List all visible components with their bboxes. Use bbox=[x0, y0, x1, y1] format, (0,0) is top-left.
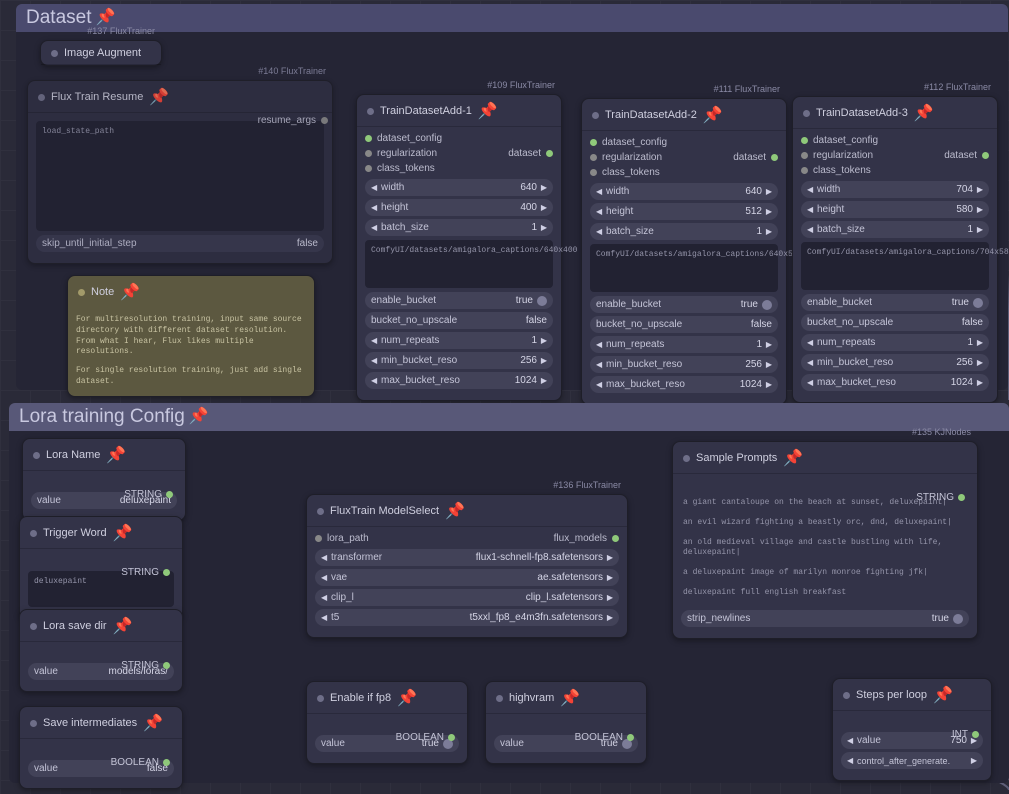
text-field[interactable]: load_state_path bbox=[36, 121, 324, 231]
node-highvram[interactable]: highvram📌 BOOLEAN valuetrue bbox=[485, 681, 647, 764]
node-badge: #136 FluxTrainer bbox=[553, 480, 621, 490]
pin-icon: 📌 bbox=[149, 87, 169, 107]
node-flux-resume[interactable]: #140 FluxTrainer Flux Train Resume📌 resu… bbox=[27, 80, 333, 264]
node-title: Save intermediates bbox=[43, 717, 137, 729]
pin-icon: 📌 bbox=[189, 403, 209, 431]
group-title: Lora training Config bbox=[19, 403, 185, 431]
param-nr[interactable]: ◀num_repeats1▶ bbox=[590, 336, 778, 353]
param-nr[interactable]: ◀num_repeats1▶ bbox=[365, 332, 553, 349]
param-max[interactable]: ◀max_bucket_reso1024▶ bbox=[365, 372, 553, 389]
node-title: Sample Prompts bbox=[696, 452, 777, 464]
node-title: TrainDatasetAdd-2 bbox=[605, 109, 697, 121]
node-badge: #135 KJNodes bbox=[912, 427, 971, 437]
param-bnu[interactable]: bucket_no_upscalefalse bbox=[801, 314, 989, 331]
node-lora-name[interactable]: Lora Name📌 STRING valuedeluxepaint bbox=[22, 438, 186, 521]
node-title: FluxTrain ModelSelect bbox=[330, 505, 439, 517]
param-nr[interactable]: ◀num_repeats1▶ bbox=[801, 334, 989, 351]
node-title: Steps per loop bbox=[856, 689, 927, 701]
pin-icon: 📌 bbox=[560, 688, 580, 708]
node-title: Note bbox=[91, 286, 114, 298]
param-width[interactable]: ◀width640▶ bbox=[365, 179, 553, 196]
param-t5[interactable]: ◀t5t5xxl_fp8_e4m3fn.safetensors▶ bbox=[315, 609, 619, 626]
node-title: Image Augment bbox=[64, 47, 141, 59]
node-badge: #137 FluxTrainer bbox=[87, 26, 155, 36]
param-height[interactable]: ◀height512▶ bbox=[590, 203, 778, 220]
pin-icon: 📌 bbox=[106, 445, 126, 465]
node-train-dataset-2[interactable]: #111 FluxTrainer TrainDatasetAdd-2📌 data… bbox=[581, 98, 787, 405]
toggle-icon bbox=[537, 296, 547, 306]
group-header[interactable]: Lora training Config 📌 bbox=[9, 403, 1009, 431]
pin-icon: 📌 bbox=[914, 103, 934, 123]
pin-icon: 📌 bbox=[478, 101, 498, 121]
node-title: Enable if fp8 bbox=[330, 692, 391, 704]
param-batch[interactable]: ◀batch_size1▶ bbox=[590, 223, 778, 240]
node-badge: #109 FluxTrainer bbox=[487, 80, 555, 90]
node-badge: #111 FluxTrainer bbox=[714, 84, 780, 94]
dataset-path[interactable]: ComfyUI/datasets/amigalora_captions/704x… bbox=[801, 242, 989, 290]
pin-icon: 📌 bbox=[120, 282, 140, 302]
node-steps-per-loop[interactable]: Steps per loop📌 INT ◀value750▶ ◀control_… bbox=[832, 678, 992, 781]
node-train-dataset-1[interactable]: #109 FluxTrainer TrainDatasetAdd-1📌 data… bbox=[356, 94, 562, 401]
node-lora-save-dir[interactable]: Lora save dir📌 STRING valuemodels/loras/ bbox=[19, 609, 183, 692]
param-enable-bucket[interactable]: enable_buckettrue bbox=[365, 292, 553, 309]
group-header[interactable]: Dataset 📌 bbox=[16, 4, 1008, 32]
node-title: Lora Name bbox=[46, 449, 100, 461]
param-height[interactable]: ◀height580▶ bbox=[801, 201, 989, 218]
dataset-path[interactable]: ComfyUI/datasets/amigalora_captions/640x… bbox=[365, 240, 553, 288]
param-max[interactable]: ◀max_bucket_reso1024▶ bbox=[801, 374, 989, 391]
pin-icon: 📌 bbox=[445, 501, 465, 521]
pin-icon: 📌 bbox=[143, 713, 163, 733]
node-title: TrainDatasetAdd-3 bbox=[816, 107, 908, 119]
node-save-intermediates[interactable]: Save intermediates📌 BOOLEAN valuefalse bbox=[19, 706, 183, 789]
pin-icon: 📌 bbox=[113, 616, 133, 636]
node-title: Lora save dir bbox=[43, 620, 107, 632]
param-height[interactable]: ◀height400▶ bbox=[365, 199, 553, 216]
toggle-icon bbox=[953, 614, 963, 624]
param-bnu[interactable]: bucket_no_upscalefalse bbox=[590, 316, 778, 333]
param-clip[interactable]: ◀clip_lclip_l.safetensors▶ bbox=[315, 589, 619, 606]
param-batch[interactable]: ◀batch_size1▶ bbox=[365, 219, 553, 236]
pin-icon: 📌 bbox=[113, 523, 133, 543]
toggle-icon bbox=[973, 298, 983, 308]
node-image-augment[interactable]: #137 FluxTrainer Image Augment bbox=[40, 40, 162, 66]
node-model-select[interactable]: #136 FluxTrainer FluxTrain ModelSelect📌 … bbox=[306, 494, 628, 638]
param-min[interactable]: ◀min_bucket_reso256▶ bbox=[590, 356, 778, 373]
node-badge: #112 FluxTrainer bbox=[924, 82, 991, 92]
node-note[interactable]: Note📌 For multiresolution training, inpu… bbox=[67, 275, 315, 397]
param-batch[interactable]: ◀batch_size1▶ bbox=[801, 221, 989, 238]
param-enable-bucket[interactable]: enable_buckettrue bbox=[801, 294, 989, 311]
dataset-path[interactable]: ComfyUI/datasets/amigalora_captions/640x… bbox=[590, 244, 778, 292]
pin-icon: 📌 bbox=[783, 448, 803, 468]
node-sample-prompts[interactable]: #135 KJNodes Sample Prompts📌 STRING a gi… bbox=[672, 441, 978, 639]
node-title: Flux Train Resume bbox=[51, 91, 143, 103]
param-width[interactable]: ◀width704▶ bbox=[801, 181, 989, 198]
prompts-text[interactable]: a giant cantaloupe on the beach at sunse… bbox=[681, 496, 969, 606]
param-vae[interactable]: ◀vaeae.safetensors▶ bbox=[315, 569, 619, 586]
param-min[interactable]: ◀min_bucket_reso256▶ bbox=[801, 354, 989, 371]
param-skip[interactable]: skip_until_initial_step false bbox=[36, 235, 324, 252]
param-enable-bucket[interactable]: enable_buckettrue bbox=[590, 296, 778, 313]
node-badge: #140 FluxTrainer bbox=[258, 66, 326, 76]
param-max[interactable]: ◀max_bucket_reso1024▶ bbox=[590, 376, 778, 393]
node-trigger-word[interactable]: Trigger Word📌 STRING deluxepaint bbox=[19, 516, 183, 620]
node-title: Trigger Word bbox=[43, 527, 107, 539]
group-title: Dataset bbox=[26, 4, 91, 32]
param-strip-newlines[interactable]: strip_newlinestrue bbox=[681, 610, 969, 627]
param-min[interactable]: ◀min_bucket_reso256▶ bbox=[365, 352, 553, 369]
pin-icon: 📌 bbox=[933, 685, 953, 705]
pin-icon: 📌 bbox=[397, 688, 417, 708]
node-title: TrainDatasetAdd-1 bbox=[380, 105, 472, 117]
node-enable-fp8[interactable]: Enable if fp8📌 BOOLEAN valuetrue bbox=[306, 681, 468, 764]
toggle-icon bbox=[762, 300, 772, 310]
node-title: highvram bbox=[509, 692, 554, 704]
pin-icon: 📌 bbox=[703, 105, 723, 125]
param-transformer[interactable]: ◀transformerflux1-schnell-fp8.safetensor… bbox=[315, 549, 619, 566]
param-width[interactable]: ◀width640▶ bbox=[590, 183, 778, 200]
node-train-dataset-3[interactable]: #112 FluxTrainer TrainDatasetAdd-3📌 data… bbox=[792, 96, 998, 403]
param-bnu[interactable]: bucket_no_upscalefalse bbox=[365, 312, 553, 329]
param-cag[interactable]: ◀control_after_generate.▶ bbox=[841, 752, 983, 769]
